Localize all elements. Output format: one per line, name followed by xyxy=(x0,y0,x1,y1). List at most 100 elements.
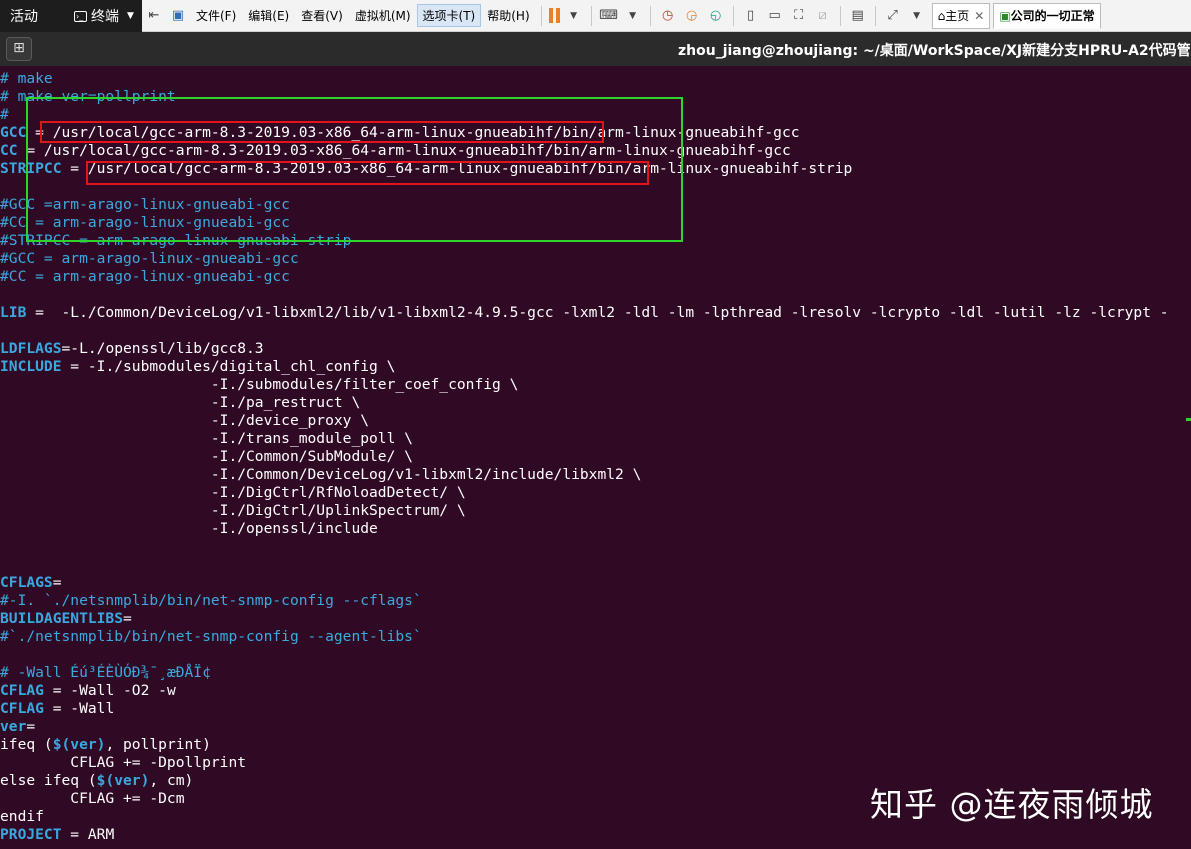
green-marker xyxy=(1186,418,1191,421)
terminal-line: CFLAG += -Dcm xyxy=(0,790,185,808)
terminal-text: #`./netsnmplib/bin/net-snmp-config --age… xyxy=(0,628,422,645)
terminal-line: # make xyxy=(0,70,53,88)
menu-tabs[interactable]: 选项卡(T) xyxy=(416,4,482,27)
vmware-toolbar: ⇤ ▣ 文件(F) 编辑(E) 查看(V) 虚拟机(M) 选项卡(T) 帮助(H… xyxy=(142,0,1191,32)
terminal-text: , cm) xyxy=(149,772,194,789)
send-keys-icon[interactable]: ⌨ xyxy=(599,7,618,25)
terminal-text: $(ver) xyxy=(96,772,150,789)
terminal-headerbar: ⊞ zhou_jiang@zhoujiang: ~/桌面/WorkSpace/X… xyxy=(0,32,1191,66)
sidebar-view-icon[interactable]: ▯ xyxy=(742,7,760,25)
terminal-line: -I./openssl/include xyxy=(0,520,378,538)
tab-home[interactable]: ⌂ 主页 ✕ xyxy=(931,2,991,29)
console-view-icon[interactable]: ▤ xyxy=(849,7,867,25)
menu-vm[interactable]: 虚拟机(M) xyxy=(349,7,417,24)
terminal-text: = ARM xyxy=(61,826,115,843)
terminal-text: = xyxy=(52,574,62,591)
snapshot-manager-icon[interactable]: ◵ xyxy=(707,7,725,25)
terminal-app-menu[interactable]: ›_ 终端 ▼ xyxy=(74,6,134,26)
terminal-line: -I./Common/DeviceLog/v1-libxml2/include/… xyxy=(0,466,642,484)
watermark: 知乎 @连夜雨倾城 xyxy=(870,785,1154,824)
toolbar-separator xyxy=(874,5,876,26)
terminal-text: = -Wall -O2 -w xyxy=(43,682,176,699)
terminal-text: PROJECT xyxy=(0,826,62,843)
terminal-text: INCLUDE xyxy=(0,358,62,375)
vm-tab-icon: ▣ xyxy=(999,8,1011,23)
terminal-text: CFLAGS xyxy=(0,574,53,591)
terminal-text: ver xyxy=(0,718,27,735)
terminal-text: CFLAG xyxy=(0,700,44,717)
new-tab-button[interactable]: ⊞ xyxy=(6,37,32,61)
revert-snapshot-icon[interactable]: ◶ xyxy=(683,7,701,25)
stretch-icon[interactable]: ⤢ xyxy=(884,7,902,25)
terminal-line: CFLAG = -Wall xyxy=(0,700,114,718)
terminal-line: -I./device_proxy \ xyxy=(0,412,369,430)
dropdown-icon[interactable]: ▼ xyxy=(565,7,583,25)
terminal-text: -I./trans_module_poll \ xyxy=(0,430,413,447)
back-arrow-icon[interactable]: ⇤ xyxy=(145,7,163,25)
unity-icon[interactable]: ⧄ xyxy=(814,7,832,25)
close-icon[interactable]: ✕ xyxy=(974,9,984,23)
snapshot-icon[interactable]: ◷ xyxy=(659,7,677,25)
terminal-line: -I./submodules/filter_coef_config \ xyxy=(0,376,519,394)
gnome-top-bar: 活动 ›_ 终端 ▼ xyxy=(0,0,142,32)
window-title: zhou_jiang@zhoujiang: ~/桌面/WorkSpace/XJ新… xyxy=(678,43,1191,59)
terminal-line: ifeq ($(ver), pollprint) xyxy=(0,736,211,754)
menu-edit[interactable]: 编辑(E) xyxy=(242,7,295,24)
terminal-text: -I./device_proxy \ xyxy=(0,412,370,429)
terminal-text: $(ver) xyxy=(52,736,106,753)
menu-file[interactable]: 文件(F) xyxy=(190,7,242,24)
terminal-text: # -Wall Éú³ÉÈÙÓÐ¾¯¸æÐÅÏ¢ xyxy=(0,664,211,681)
terminal-line: CFLAG = -Wall -O2 -w xyxy=(0,682,176,700)
terminal-text: -I./DigCtrl/UplinkSpectrum/ \ xyxy=(0,502,466,519)
terminal-text: #CC = arm-arago-linux-gnueabi-gcc xyxy=(0,268,290,285)
terminal-text: = -I./submodules/digital_chl_config \ xyxy=(61,358,396,375)
tab-vm[interactable]: ▣ 公司的一切正常 xyxy=(993,2,1101,29)
terminal-line: else ifeq ($(ver), cm) xyxy=(0,772,193,790)
terminal-text: , pollprint) xyxy=(105,736,211,753)
terminal-text: CC xyxy=(0,142,18,159)
terminal-line: # xyxy=(0,106,9,124)
terminal-text: CFLAG += -Dcm xyxy=(0,790,185,807)
terminal-text: -I./DigCtrl/RfNoloadDetect/ \ xyxy=(0,484,466,501)
terminal-line: # -Wall Éú³ÉÈÙÓÐ¾¯¸æÐÅÏ¢ xyxy=(0,664,211,682)
terminal-line: #-I. `./netsnmplib/bin/net-snmp-config -… xyxy=(0,592,422,610)
terminal-text: -I./Common/SubModule/ \ xyxy=(0,448,413,465)
terminal-line: #GCC = arm-arago-linux-gnueabi-gcc xyxy=(0,250,299,268)
terminal-line: -I./DigCtrl/RfNoloadDetect/ \ xyxy=(0,484,466,502)
terminal-line: #`./netsnmplib/bin/net-snmp-config --age… xyxy=(0,628,422,646)
caret-down-icon: ▼ xyxy=(127,11,134,21)
dropdown-icon[interactable]: ▼ xyxy=(624,7,642,25)
terminal-text: -I./openssl/include xyxy=(0,520,378,537)
menu-help[interactable]: 帮助(H) xyxy=(481,7,535,24)
terminal-text: -I./pa_restruct \ xyxy=(0,394,361,411)
terminal-line: ver= xyxy=(0,718,35,736)
terminal-text: CFLAG += -Dpollprint xyxy=(0,754,247,771)
toolbar-separator xyxy=(732,5,734,26)
terminal-text: # make xyxy=(0,70,53,87)
terminal-icon: ›_ xyxy=(74,10,87,22)
terminal-text: LDFLAGS xyxy=(0,340,62,357)
terminal-text: -I./submodules/filter_coef_config \ xyxy=(0,376,519,393)
toolbar-separator xyxy=(540,5,542,26)
toolbar-separator xyxy=(839,5,841,26)
terminal-text: -I./Common/DeviceLog/v1-libxml2/include/… xyxy=(0,466,642,483)
dropdown-icon[interactable]: ▼ xyxy=(908,7,926,25)
red-highlight-box-stripcc-path xyxy=(86,161,649,185)
terminal-text: LIB xyxy=(0,304,27,321)
vmware-logo-icon: ▣ xyxy=(171,8,185,23)
terminal-line: -I./pa_restruct \ xyxy=(0,394,360,412)
pause-icon[interactable] xyxy=(548,8,560,23)
home-icon: ⌂ xyxy=(937,8,946,23)
terminal-text: = -Wall xyxy=(43,700,115,717)
terminal-line: INCLUDE = -I./submodules/digital_chl_con… xyxy=(0,358,395,376)
terminal-text: BUILDAGENTLIBS xyxy=(0,610,124,627)
terminal-line: -I./Common/SubModule/ \ xyxy=(0,448,413,466)
terminal-text: GCC xyxy=(0,124,27,141)
terminal-line: endif xyxy=(0,808,44,826)
thumbnail-view-icon[interactable]: ▭ xyxy=(766,7,784,25)
activities-button[interactable]: 活动 xyxy=(0,6,74,26)
terminal-text: = xyxy=(123,610,132,627)
fullscreen-icon[interactable]: ⛶ xyxy=(790,7,808,25)
terminal-line: BUILDAGENTLIBS= xyxy=(0,610,132,628)
menu-view[interactable]: 查看(V) xyxy=(295,7,349,24)
